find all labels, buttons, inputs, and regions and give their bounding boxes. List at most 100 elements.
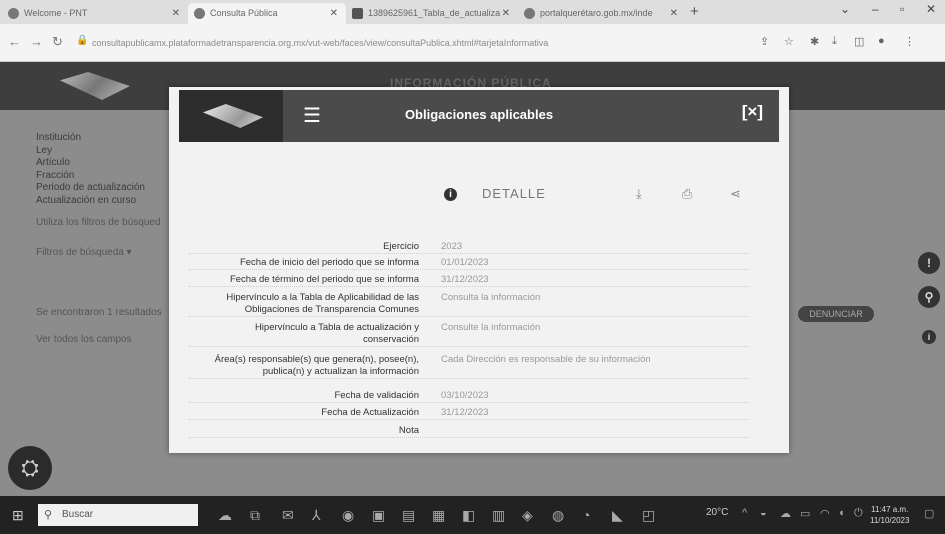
bookmark-star-icon[interactable]: ☆ [784,35,794,48]
maximize-icon[interactable]: ▫ [900,2,904,16]
extensions-icon[interactable]: ✱ [810,35,819,48]
word-icon[interactable]: ▤ [402,507,415,524]
table-row: Ejercicio 2023 [189,241,749,254]
close-tab-icon[interactable]: ✕ [502,3,510,24]
app-icon[interactable]: ◔ [582,507,590,523]
notifications-icon[interactable]: ▢ [924,507,934,520]
mail-icon[interactable]: ✉ [282,507,294,524]
table-row: Nota [189,425,749,438]
browser-tab[interactable]: Welcome - PNT ✕ [2,3,188,24]
weather-text[interactable]: 20°C [706,507,728,518]
filters-toggle[interactable]: Filtros de búsqueda ▾ [36,247,132,258]
task-view-icon[interactable]: ⧉ [250,507,260,524]
close-window-icon[interactable]: ✕ [926,2,936,16]
table-row: Área(s) responsable(s) que genera(n), po… [189,354,749,379]
app-icon[interactable]: ◣ [612,507,623,524]
wifi-icon[interactable]: ◠ [820,507,830,520]
tab-favicon-icon [524,8,535,19]
table-row: Fecha de validación 03/10/2023 [189,390,749,403]
browser-tab-active[interactable]: Consulta Pública ✕ [188,3,346,24]
clock[interactable]: 11:47 a.m. 11/10/2023 [870,504,909,526]
filter-item: Periodo de actualización [36,182,145,193]
row-label: Fecha de validación [334,390,420,401]
chrome-icon[interactable]: ◉ [342,507,354,524]
app-icon[interactable]: ◰ [642,507,655,524]
tab-favicon-icon [8,8,19,19]
menu-icon[interactable]: ⋮ [904,35,915,48]
detail-label: DETALLE [482,186,546,201]
denunciar-button[interactable]: DENUNCIAR [798,306,874,322]
modal-title: Obligaciones aplicables [404,107,554,122]
windows-start-icon[interactable]: ⊞ [12,507,24,524]
network-icon[interactable]: ◒ [760,507,767,519]
new-tab-button[interactable]: + [690,3,699,20]
url-field[interactable]: consultapublicamx.plataformadetransparen… [92,33,732,53]
excel-icon[interactable]: ▦ [432,507,445,524]
filter-item: Actualización en curso [36,194,137,206]
table-row: Hipervínculo a la Tabla de Aplicabilidad… [189,292,749,317]
search-placeholder: Buscar [62,509,94,520]
browser-tab[interactable]: 1389625961_Tabla_de_actualiza ✕ [346,3,518,24]
row-value: 31/12/2023 [441,274,489,285]
address-bar-row: ← → ↻ 🔒 consultapublicamx.plataformadetr… [0,24,945,62]
file-explorer-icon[interactable]: ▣ [372,507,385,524]
power-icon[interactable]: ⏻ [854,507,863,520]
volume-icon[interactable]: ◖ [838,507,845,519]
table-row: Fecha de inicio del periodo que se infor… [189,257,749,270]
browser-tab[interactable]: portalquerétaro.gob.mx/inde ✕ [518,3,686,24]
reload-icon[interactable]: ↻ [52,34,63,50]
consulta-link[interactable]: Consulta la información [441,292,540,304]
see-all-fields-link[interactable]: Ver todos los campos [36,334,132,345]
download-icon[interactable]: ⤓ [832,35,837,48]
search-icon[interactable]: ⚲ [918,286,940,308]
download-icon[interactable]: ⤓ [636,186,642,202]
filter-hint: Utiliza los filtros de búsqued [36,217,161,228]
row-label: Hipervínculo a la Tabla de Aplicabilidad… [226,292,419,315]
obligations-modal: ☰ Obligaciones aplicables [×] i DETALLE … [169,87,789,453]
row-label: Ejercicio [383,241,419,252]
table-row: Hipervínculo a Tabla de actualización y … [189,322,749,347]
sheet-favicon-icon [352,8,363,19]
close-tab-icon[interactable]: ✕ [670,3,678,24]
clock-time: 11:47 a.m. [871,505,909,514]
tab-favicon-icon [194,8,205,19]
cloud-icon[interactable]: ☁ [780,507,791,520]
display-icon[interactable]: ▭ [800,507,810,520]
row-label: Nota [398,425,419,436]
pdf-icon[interactable]: ⅄ [312,507,321,524]
filter-item: Fracción [36,169,75,181]
info-icon[interactable]: i [922,330,936,344]
profile-icon[interactable]: ● [878,35,885,47]
forward-icon[interactable]: → [30,34,43,49]
row-value: Cada Dirección es responsable de su info… [441,354,651,365]
alert-icon[interactable]: ! [918,252,940,274]
sidebar-icon[interactable]: ◫ [854,35,864,48]
app-icon[interactable]: ◧ [462,507,475,524]
table-row: Fecha de término del periodo que se info… [189,274,749,287]
consulta-link[interactable]: Consulte la información [441,322,540,334]
close-tab-icon[interactable]: ✕ [172,3,180,24]
row-label: Fecha de inicio del periodo que se infor… [239,257,419,268]
share-icon[interactable]: ⋖ [730,186,741,202]
close-tab-icon[interactable]: ✕ [330,3,338,24]
filter-item: Ley [36,144,53,156]
accessibility-icon[interactable]: ⛭ [8,446,52,490]
print-icon[interactable]: ⎙ [682,186,692,202]
modal-header: ☰ Obligaciones aplicables [×] [179,90,779,142]
back-icon[interactable]: ← [8,34,21,49]
results-count: Se encontraron 1 resultados [36,307,162,318]
lock-icon: 🔒 [76,35,89,46]
tab-label: 1389625961_Tabla_de_actualiza [368,8,501,18]
taskbar-search[interactable]: ⚲ Buscar [38,504,198,526]
chevron-up-icon[interactable]: ^ [742,507,747,519]
minimize-icon[interactable]: – [872,2,879,16]
browser-tab-strip: Welcome - PNT ✕ Consulta Pública ✕ 13896… [0,0,945,24]
app-icon[interactable]: ◈ [522,507,533,524]
edge-icon[interactable]: ◍ [552,507,564,524]
row-value: 2023 [441,241,463,252]
close-modal-button[interactable]: [×] [742,102,763,122]
share-page-icon[interactable]: ⇪ [760,35,769,48]
widgets-icon[interactable]: ☁ [218,507,232,524]
app-icon[interactable]: ▥ [492,507,505,524]
chevron-down-icon[interactable]: ⌄ [840,2,850,16]
